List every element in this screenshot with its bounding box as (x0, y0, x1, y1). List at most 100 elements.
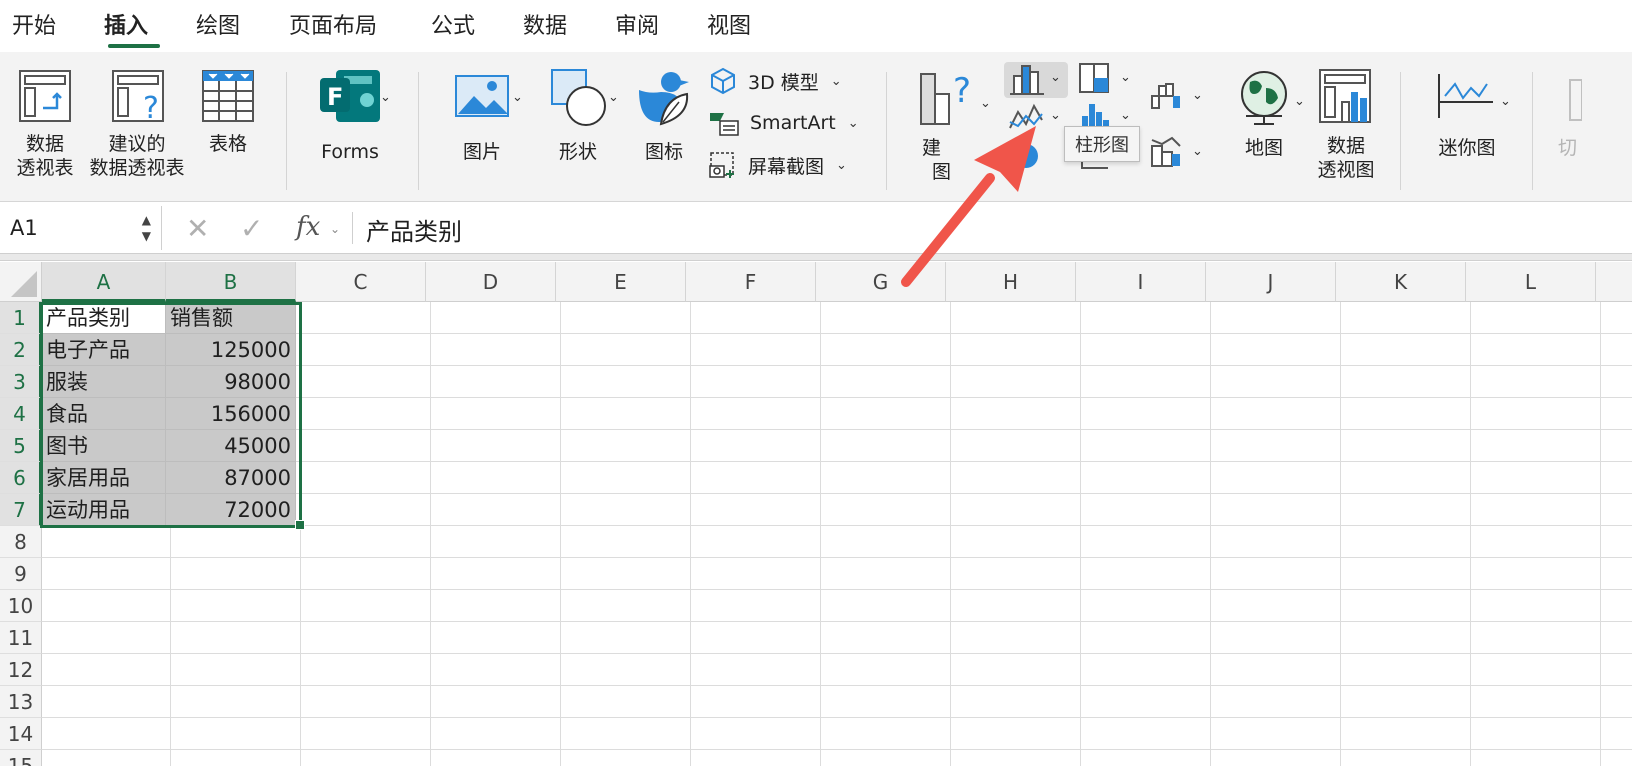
cell-a7[interactable]: 运动用品 (42, 494, 166, 526)
3d-model-button[interactable]: 3D 模型 ⌄ (708, 64, 842, 98)
column-chart-dropdown-icon[interactable]: ⌄ (1050, 70, 1061, 85)
column-header-l[interactable]: L (1466, 262, 1596, 302)
row-header-13[interactable]: 13 (0, 686, 42, 718)
line-chart-button[interactable]: ⌄ (1004, 102, 1068, 136)
pivot-chart-button[interactable]: 数据 透视图 (1314, 68, 1378, 182)
cell-b5[interactable]: 45000 (166, 430, 296, 462)
column-header-j[interactable]: J (1206, 262, 1336, 302)
column-chart-button[interactable]: ⌄ (1004, 62, 1068, 98)
cell-b6[interactable]: 87000 (166, 462, 296, 494)
recommended-pivot-button[interactable]: ? 建议的 数据透视表 (86, 68, 188, 180)
column-header-g[interactable]: G (816, 262, 946, 302)
cell-b3[interactable]: 98000 (166, 366, 296, 398)
cell-a1[interactable]: 产品类别 (42, 302, 166, 334)
pictures-dropdown-icon[interactable]: ⌄ (512, 90, 523, 105)
row-header-9[interactable]: 9 (0, 558, 42, 590)
tab-home[interactable]: 开始 (12, 8, 56, 40)
column-header-d[interactable]: D (426, 262, 556, 302)
row-header-1[interactable]: 1 (0, 302, 42, 334)
shapes-button[interactable]: ⌄ 形状 (536, 68, 620, 164)
column-header-a[interactable]: A (42, 262, 166, 302)
maps-button[interactable]: ⌄ 地图 (1222, 68, 1306, 160)
pie-chart-button[interactable] (1004, 140, 1068, 174)
tab-page-layout[interactable]: 页面布局 (289, 8, 377, 40)
tab-formulas[interactable]: 公式 (431, 8, 475, 40)
row-header-8[interactable]: 8 (0, 526, 42, 558)
smartart-dropdown-icon[interactable]: ⌄ (848, 116, 859, 131)
combo-chart-dropdown-icon[interactable]: ⌄ (1192, 144, 1203, 159)
icons-button[interactable]: 图标 (634, 68, 694, 164)
screenshot-button[interactable]: 屏幕截图 ⌄ (708, 148, 847, 182)
select-all-button[interactable] (0, 262, 42, 302)
smartart-button[interactable]: SmartArt ⌄ (708, 106, 859, 140)
row-header-15[interactable]: 15 (0, 750, 42, 766)
column-header-e[interactable]: E (556, 262, 686, 302)
check-icon[interactable]: ✓ (240, 212, 263, 245)
row-header-11[interactable]: 11 (0, 622, 42, 654)
column-header-b[interactable]: B (166, 262, 296, 302)
column-header-m[interactable] (1596, 262, 1632, 302)
fill-handle[interactable] (295, 520, 305, 530)
tab-insert[interactable]: 插入 (104, 8, 148, 40)
forms-button[interactable]: F ⌄ Forms (306, 68, 394, 164)
recommended-charts-button[interactable]: ? ⌄ 建 图 (908, 68, 991, 184)
maps-dropdown-icon[interactable]: ⌄ (1294, 94, 1305, 109)
formula-bar-splitter[interactable] (0, 254, 1632, 261)
ribbon-separator (1532, 72, 1533, 190)
sparklines-dropdown-icon[interactable]: ⌄ (1500, 94, 1511, 109)
waterfall-chart-dropdown-icon[interactable]: ⌄ (1192, 88, 1203, 103)
cell-a3[interactable]: 服装 (42, 366, 166, 398)
shapes-label: 形状 (558, 141, 597, 163)
column-header-f[interactable]: F (686, 262, 816, 302)
row-header-12[interactable]: 12 (0, 654, 42, 686)
pictures-button[interactable]: ⌄ 图片 (442, 68, 523, 164)
sparklines-button[interactable]: ⌄ 迷你图 (1424, 68, 1511, 160)
statistic-chart-dropdown-icon[interactable]: ⌄ (1120, 108, 1131, 123)
cancel-icon[interactable]: ✕ (186, 212, 209, 245)
tab-data[interactable]: 数据 (523, 8, 567, 40)
3d-model-dropdown-icon[interactable]: ⌄ (831, 74, 842, 89)
row-header-14[interactable]: 14 (0, 718, 42, 750)
line-chart-dropdown-icon[interactable]: ⌄ (1050, 108, 1061, 123)
row-header-2[interactable]: 2 (0, 334, 42, 366)
hierarchy-chart-button[interactable]: ⌄ (1076, 62, 1136, 98)
recommended-charts-dropdown-icon[interactable]: ⌄ (980, 96, 991, 111)
column-header-h[interactable]: H (946, 262, 1076, 302)
cell-a4[interactable]: 食品 (42, 398, 166, 430)
hierarchy-chart-dropdown-icon[interactable]: ⌄ (1120, 70, 1131, 85)
column-header-c[interactable]: C (296, 262, 426, 302)
waterfall-chart-button[interactable]: ⌄ (1146, 80, 1206, 114)
shapes-dropdown-icon[interactable]: ⌄ (608, 90, 619, 105)
row-header-10[interactable]: 10 (0, 590, 42, 622)
cell-b2[interactable]: 125000 (166, 334, 296, 366)
row-header-3[interactable]: 3 (0, 366, 42, 398)
tab-view[interactable]: 视图 (707, 8, 751, 40)
column-header-i[interactable]: I (1076, 262, 1206, 302)
slicer-button[interactable]: 切 (1552, 68, 1592, 160)
tab-draw[interactable]: 绘图 (196, 8, 240, 40)
cell-a2[interactable]: 电子产品 (42, 334, 166, 366)
table-button[interactable]: 表格 (198, 68, 258, 156)
row-header-7[interactable]: 7 (0, 494, 42, 526)
tab-review[interactable]: 审阅 (615, 8, 659, 40)
row-header-6[interactable]: 6 (0, 462, 42, 494)
cell-b4[interactable]: 156000 (166, 398, 296, 430)
pivot-table-button[interactable]: 数据 透视表 (12, 68, 78, 180)
row-header-4[interactable]: 4 (0, 398, 42, 430)
forms-dropdown-icon[interactable]: ⌄ (380, 90, 391, 105)
function-dropdown-icon[interactable]: ⌄ (330, 222, 340, 236)
cell-b7[interactable]: 72000 (166, 494, 296, 526)
combo-chart-button[interactable]: ⌄ (1146, 134, 1206, 170)
cell-a5[interactable]: 图书 (42, 430, 166, 462)
insert-function-icon[interactable]: fx (296, 212, 320, 242)
name-box-value: A1 (10, 216, 38, 240)
formula-input[interactable]: 产品类别 (366, 212, 462, 247)
cell-a6[interactable]: 家居用品 (42, 462, 166, 494)
recommended-charts-icon: ? (920, 71, 971, 125)
column-header-k[interactable]: K (1336, 262, 1466, 302)
cell-b1[interactable]: 销售额 (166, 302, 296, 334)
name-box-spinner-icon[interactable]: ▲ ▼ (142, 212, 151, 244)
row-header-5[interactable]: 5 (0, 430, 42, 462)
screenshot-dropdown-icon[interactable]: ⌄ (836, 158, 847, 173)
name-box[interactable]: A1 ▲ ▼ (0, 206, 162, 250)
